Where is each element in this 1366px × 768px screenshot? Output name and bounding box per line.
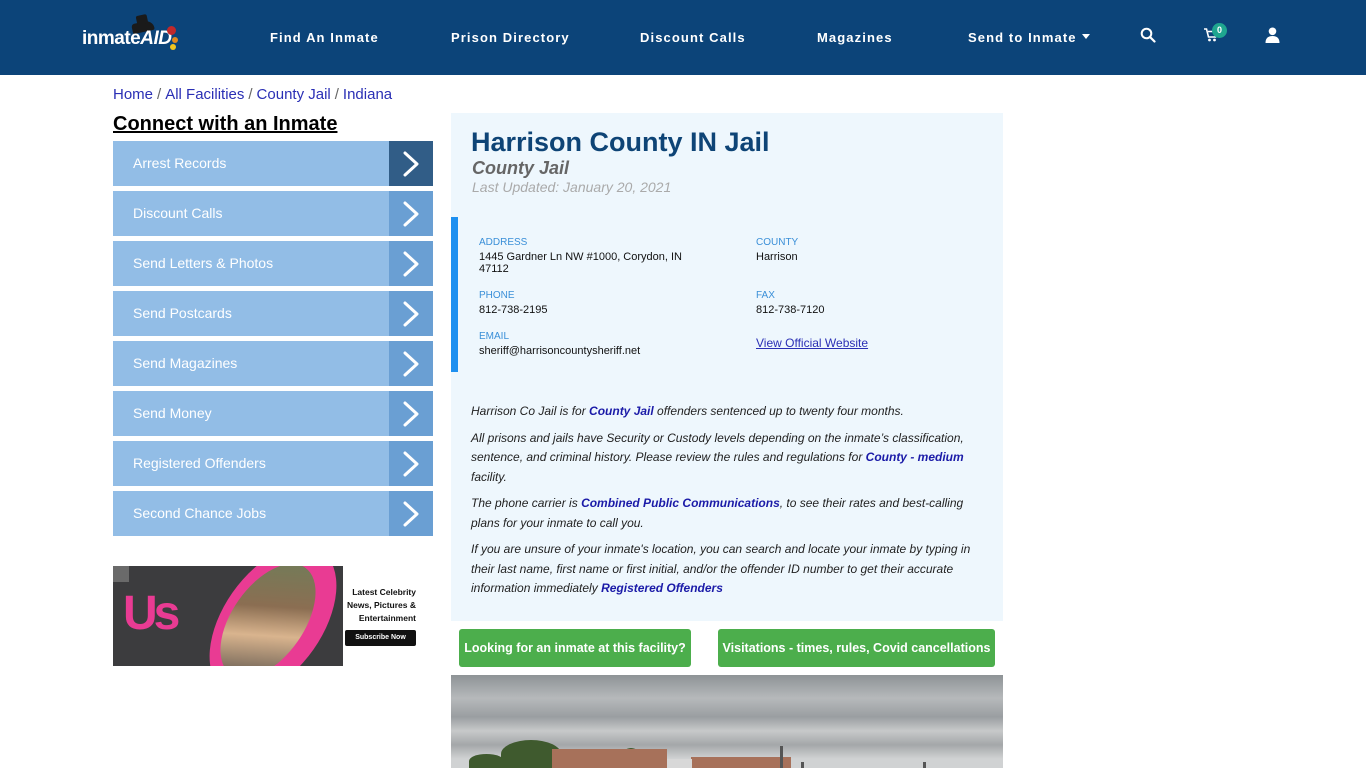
sidebar-item-send-magazines[interactable]: Send Magazines: [113, 341, 433, 386]
breadcrumb-home[interactable]: Home: [113, 86, 153, 103]
email-value[interactable]: sheriff@harrisoncountysheriff.net: [479, 345, 640, 357]
website-field: View Official Website: [756, 334, 868, 352]
facility-info-box: ADDRESS 1445 Gardner Ln NW #1000, Corydo…: [451, 217, 1003, 372]
county-value: Harrison: [756, 251, 798, 263]
nav-send-to-inmate[interactable]: Send to Inmate: [968, 30, 1090, 45]
registered-offenders-link[interactable]: Registered Offenders: [601, 581, 723, 595]
chevron-right-icon: [389, 291, 433, 336]
address-label: ADDRESS: [479, 237, 528, 248]
leaf-icon: [172, 37, 178, 43]
fax-value: 812-738-7120: [756, 304, 825, 316]
fax-label: FAX: [756, 290, 775, 301]
address-field: ADDRESS 1445 Gardner Ln NW #1000, Corydo…: [479, 237, 699, 275]
chevron-right-icon: [389, 391, 433, 436]
chevron-right-icon: [389, 241, 433, 286]
sidebar-item-label: Registered Offenders: [133, 455, 266, 471]
phone-carrier-link[interactable]: Combined Public Communications: [581, 496, 780, 510]
visitations-button[interactable]: Visitations - times, rules, Covid cancel…: [718, 629, 995, 667]
chevron-right-icon: [389, 491, 433, 536]
phone-field: PHONE 812-738-2195: [479, 290, 548, 316]
leaf-icon: [167, 26, 176, 35]
sidebar-item-send-postcards[interactable]: Send Postcards: [113, 291, 433, 336]
phone-value[interactable]: 812-738-2195: [479, 304, 548, 316]
top-navbar: inmateAID Find An Inmate Prison Director…: [0, 0, 1366, 75]
cart-count-badge: 0: [1212, 23, 1227, 38]
nav-discount-calls[interactable]: Discount Calls: [640, 30, 746, 45]
phone-label: PHONE: [479, 290, 515, 301]
view-official-website-link[interactable]: View Official Website: [756, 336, 868, 350]
description-paragraph: The phone carrier is Combined Public Com…: [471, 496, 964, 530]
county-field: COUNTY Harrison: [756, 237, 798, 263]
sidebar-item-label: Second Chance Jobs: [133, 505, 267, 521]
email-label: EMAIL: [479, 331, 510, 342]
inmateaid-logo[interactable]: inmateAID: [82, 19, 182, 56]
search-icon[interactable]: [1140, 27, 1158, 45]
sidebar-item-send-money[interactable]: Send Money: [113, 391, 433, 436]
sidebar-item-registered-offenders[interactable]: Registered Offenders: [113, 441, 433, 486]
county-medium-link[interactable]: County - medium: [866, 450, 964, 464]
facility-photo: [451, 675, 1003, 768]
ad-tagline: Latest Celebrity News, Pictures & Entert…: [347, 587, 416, 623]
logo-text-main: inmate: [82, 28, 141, 49]
chevron-right-icon: [389, 441, 433, 486]
sidebar-item-second-chance-jobs[interactable]: Second Chance Jobs: [113, 491, 433, 536]
description-paragraph: All prisons and jails have Security or C…: [471, 430, 964, 484]
sidebar-item-label: Send Postcards: [133, 305, 232, 321]
nav-prison-directory[interactable]: Prison Directory: [451, 30, 570, 45]
sidebar-item-label: Send Money: [133, 405, 212, 421]
description-paragraph: If you are unsure of your inmate's locat…: [471, 542, 971, 595]
us-weekly-logo: Us: [123, 587, 180, 640]
sidebar-item-label: Discount Calls: [133, 205, 223, 221]
sidebar-item-discount-calls[interactable]: Discount Calls: [113, 191, 433, 236]
user-icon[interactable]: [1265, 27, 1283, 45]
county-jail-link[interactable]: County Jail: [589, 404, 654, 418]
sidebar-item-arrest-records[interactable]: Arrest Records: [113, 141, 433, 186]
facility-title: Harrison County IN Jail: [471, 127, 770, 157]
chevron-right-icon: [389, 141, 433, 186]
nav-find-an-inmate[interactable]: Find An Inmate: [270, 30, 379, 45]
description-paragraph: Harrison Co Jail is for County Jail offe…: [471, 404, 904, 418]
facility-panel: Harrison County IN Jail County Jail Last…: [451, 113, 1003, 621]
facility-description: Harrison Co Jail is for County Jail offe…: [471, 402, 981, 606]
nav-send-to-inmate-label: Send to Inmate: [968, 30, 1077, 45]
sidebar-item-label: Send Magazines: [133, 355, 238, 371]
nav-magazines[interactable]: Magazines: [817, 30, 893, 45]
ad-subscribe-button[interactable]: Subscribe Now: [345, 630, 416, 646]
county-label: COUNTY: [756, 237, 799, 248]
address-value: 1445 Gardner Ln NW #1000, Corydon, IN 47…: [479, 251, 683, 275]
facility-type: County Jail: [472, 158, 570, 178]
sidebar-item-label: Arrest Records: [133, 155, 227, 171]
fax-field: FAX 812-738-7120: [756, 290, 825, 316]
email-field: EMAIL sheriff@harrisoncountysheriff.net: [479, 331, 640, 357]
caret-down-icon: [1081, 34, 1090, 40]
leaf-icon: [170, 44, 176, 50]
us-weekly-ad-banner[interactable]: Us Latest Celebrity News, Pictures & Ent…: [113, 566, 420, 666]
last-updated: Last Updated: January 20, 2021: [472, 179, 672, 195]
breadcrumb-indiana[interactable]: Indiana: [343, 86, 392, 103]
find-inmate-at-facility-button[interactable]: Looking for an inmate at this facility?: [459, 629, 691, 667]
chevron-right-icon: [389, 341, 433, 386]
sidebar-item-label: Send Letters & Photos: [133, 255, 274, 271]
breadcrumb: Home / All Facilities / County Jail / Indiana: [113, 86, 393, 103]
breadcrumb-all-facilities[interactable]: All Facilities: [165, 86, 244, 103]
sidebar-menu: Arrest Records Discount Calls Send Letters…: [113, 141, 433, 541]
connect-with-inmate-heading: Connect with an Inmate: [113, 113, 338, 135]
breadcrumb-county-jail[interactable]: County Jail: [257, 86, 331, 103]
sidebar-item-send-letters-photos[interactable]: Send Letters & Photos: [113, 241, 433, 286]
chevron-right-icon: [389, 191, 433, 236]
